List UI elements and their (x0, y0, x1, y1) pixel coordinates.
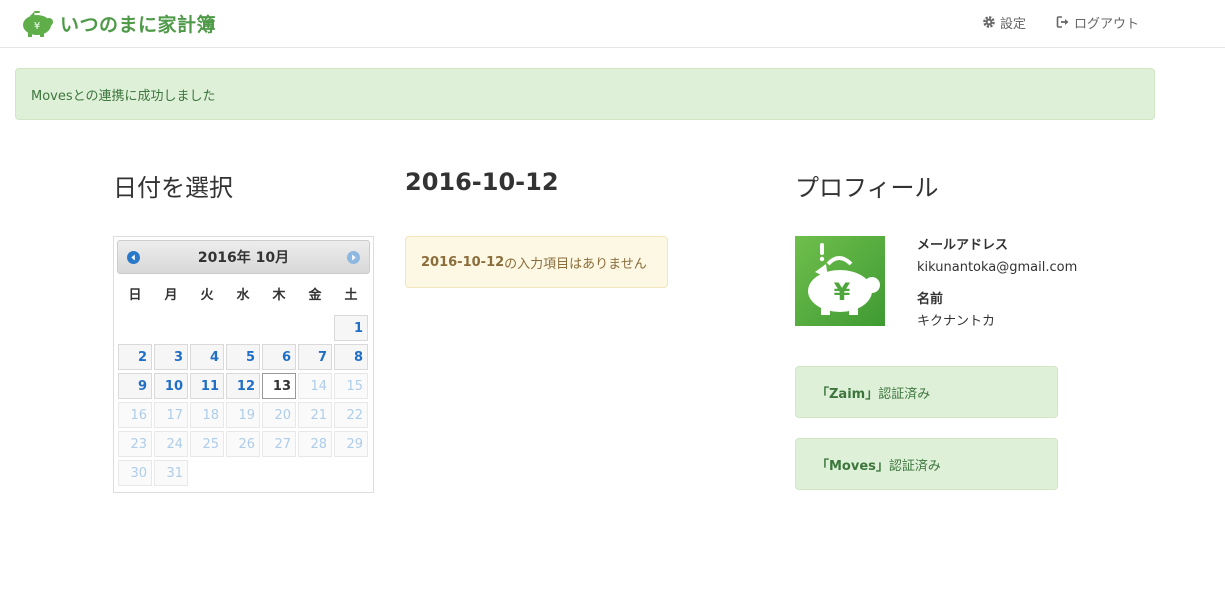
calendar-day[interactable]: 25 (190, 431, 224, 457)
nav-right: 設定 ログアウト (982, 0, 1139, 44)
calendar-blank-cell (154, 315, 188, 341)
calendar-day[interactable]: 4 (190, 344, 224, 370)
weekday-header: 水 (236, 287, 250, 303)
calendar-day[interactable]: 22 (334, 402, 368, 428)
brand-name: いつのまに家計簿 (60, 13, 217, 36)
arrow-left-circle-icon[interactable] (127, 251, 140, 264)
calendar-day[interactable]: 8 (334, 344, 368, 370)
calendar-day[interactable]: 17 (154, 402, 188, 428)
calendar-day[interactable]: 23 (118, 431, 152, 457)
calendar-day[interactable]: 31 (154, 460, 188, 486)
calendar-day[interactable]: 14 (298, 373, 332, 399)
email-value: kikunantoka@gmail.com (917, 260, 1078, 275)
zaim-auth-status: 「Zaim」 認証済み (795, 366, 1058, 418)
logout-link[interactable]: ログアウト (1056, 13, 1139, 32)
weekday-header: 火 (200, 287, 214, 303)
calendar-blank-cell (298, 315, 332, 341)
no-entries-text: の入力項目はありません (504, 256, 647, 272)
calendar-day[interactable]: 16 (118, 402, 152, 428)
date-picker-calendar: 2016年 10月 日月火水木金土 1 2 3 4 5 6 7 8 9 10 11 12 13 14 15 16… (113, 236, 374, 493)
settings-label: 設定 (999, 16, 1026, 32)
calendar-day[interactable]: 24 (154, 431, 188, 457)
calendar-day[interactable]: 5 (226, 344, 260, 370)
calendar-header: 2016年 10月 (117, 240, 370, 274)
settings-link[interactable]: 設定 (982, 13, 1026, 32)
profile-info: メールアドレス kikunantoka@gmail.com 名前 キクナントカ (917, 236, 1157, 344)
no-entries-notice: 2016-10-12 の入力項目はありません (405, 236, 668, 288)
calendar-day[interactable]: 21 (298, 402, 332, 428)
weekday-header: 土 (344, 287, 358, 303)
calendar-day[interactable]: 12 (226, 373, 260, 399)
calendar-blank-cell (226, 315, 260, 341)
piggy-bank-icon: ¥ (20, 9, 54, 37)
name-value: キクナントカ (917, 314, 996, 329)
navbar: ¥ いつのまに家計簿 設定 ログアウト (0, 0, 1225, 48)
zaim-status-label: 認証済み (878, 386, 931, 402)
moves-status-label: 認証済み (888, 458, 941, 474)
calendar-day[interactable]: 1 (334, 315, 368, 341)
email-label: メールアドレス (917, 238, 1009, 253)
calendar-day[interactable]: 29 (334, 431, 368, 457)
selected-date-heading: 2016-10-12 (405, 168, 559, 196)
calendar-blank-cell (190, 315, 224, 341)
no-entries-date: 2016-10-12 (421, 254, 505, 270)
calendar-grid: 日月火水木金土 1 2 3 4 5 6 7 8 9 10 11 12 13 14 15 16 17 18 19 20 21… (118, 274, 370, 486)
weekday-header: 月 (164, 287, 178, 303)
calendar-day[interactable]: 28 (298, 431, 332, 457)
sign-out-icon (1056, 16, 1069, 28)
calendar-day[interactable]: 26 (226, 431, 260, 457)
calendar-day[interactable]: 15 (334, 373, 368, 399)
calendar-month-label: 2016年 10月 (197, 250, 290, 266)
name-label: 名前 (917, 292, 944, 307)
zaim-service-label: 「Zaim」 (816, 386, 879, 402)
calendar-day[interactable]: 13 (262, 373, 296, 399)
calendar-day[interactable]: 7 (298, 344, 332, 370)
profile-heading: プロフィール (795, 174, 939, 202)
weekday-header: 日 (128, 287, 142, 303)
calendar-day[interactable]: 3 (154, 344, 188, 370)
success-alert-message: Movesとの連携に成功しました (31, 88, 216, 104)
calendar-day[interactable]: 6 (262, 344, 296, 370)
svg-text:¥: ¥ (834, 278, 851, 306)
calendar-day[interactable]: 30 (118, 460, 152, 486)
svg-text:¥: ¥ (34, 21, 40, 32)
logout-label: ログアウト (1073, 16, 1139, 32)
calendar-day[interactable]: 11 (190, 373, 224, 399)
calendar-day[interactable]: 9 (118, 373, 152, 399)
calendar-day[interactable]: 10 (154, 373, 188, 399)
brand-link[interactable]: ¥ いつのまに家計簿 (20, 8, 216, 38)
moves-service-label: 「Moves」 (816, 458, 889, 474)
calendar-blank-cell (262, 315, 296, 341)
calendar-heading: 日付を選択 (113, 174, 233, 202)
calendar-blank-cell (118, 315, 152, 341)
calendar-day[interactable]: 27 (262, 431, 296, 457)
arrow-right-circle-icon[interactable] (347, 251, 360, 264)
weekday-header: 金 (308, 287, 322, 303)
calendar-day[interactable]: 19 (226, 402, 260, 428)
moves-auth-status: 「Moves」 認証済み (795, 438, 1058, 490)
avatar: ¥ (795, 236, 885, 326)
calendar-day[interactable]: 20 (262, 402, 296, 428)
success-alert: Movesとの連携に成功しました (15, 68, 1155, 120)
weekday-header: 木 (272, 287, 286, 303)
calendar-day[interactable]: 18 (190, 402, 224, 428)
calendar-day[interactable]: 2 (118, 344, 152, 370)
piggy-bank-yen-icon: ¥ (808, 243, 880, 315)
gear-icon (983, 16, 995, 28)
